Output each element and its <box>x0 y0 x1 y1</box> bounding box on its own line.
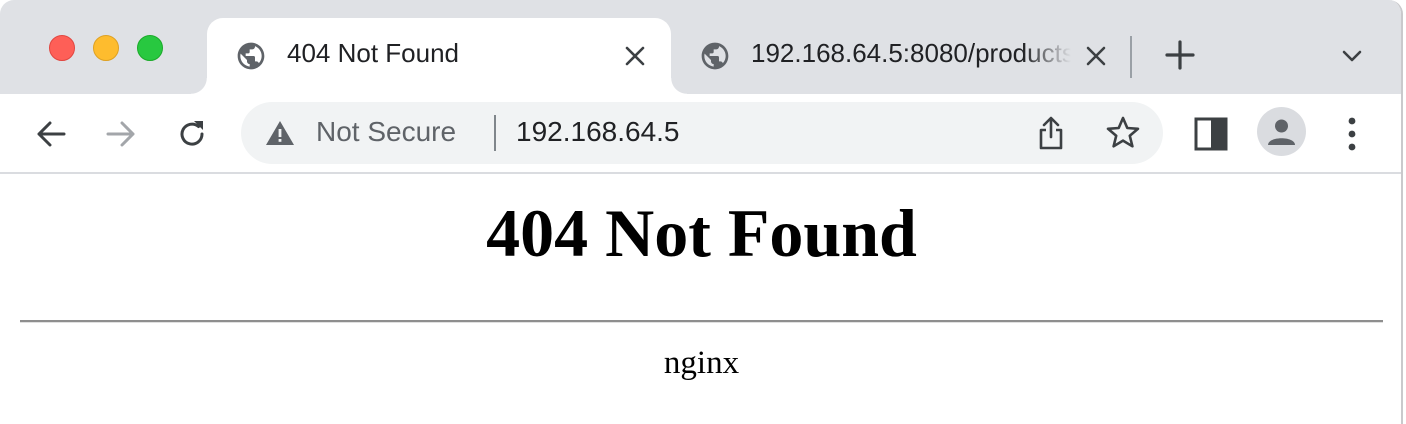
horizontal-rule <box>20 320 1383 323</box>
tab-404-not-found[interactable]: 404 Not Found <box>191 18 687 94</box>
share-icon[interactable] <box>1034 115 1068 151</box>
tab-title: 192.168.64.5:8080/products <box>751 38 1071 68</box>
page-title: 404 Not Found <box>486 195 917 271</box>
globe-icon <box>699 40 731 72</box>
more-vert-icon[interactable] <box>1339 115 1365 153</box>
side-panel-icon[interactable] <box>1193 116 1229 152</box>
reload-icon[interactable] <box>174 116 210 152</box>
window-zoom-button[interactable] <box>137 35 163 61</box>
toolbar: Not Secure 192.168.64.5 <box>0 94 1401 174</box>
browser-window: 404 Not Found 192.168.64.5:8080/products <box>0 0 1403 424</box>
url-text[interactable]: 192.168.64.5 <box>516 116 680 148</box>
warning-icon[interactable] <box>265 119 295 147</box>
tab-divider <box>1130 36 1132 78</box>
tab-products[interactable]: 192.168.64.5:8080/products <box>671 18 1121 94</box>
forward-arrow-icon[interactable] <box>103 116 139 152</box>
back-arrow-icon[interactable] <box>33 116 69 152</box>
profile-avatar[interactable] <box>1257 107 1306 156</box>
address-bar[interactable]: Not Secure 192.168.64.5 <box>241 102 1163 164</box>
window-close-button[interactable] <box>49 35 75 61</box>
chevron-down-icon[interactable] <box>1338 42 1366 70</box>
close-icon[interactable] <box>622 43 648 69</box>
page-content: 404 Not Found nginx <box>0 174 1401 424</box>
window-minimize-button[interactable] <box>93 35 119 61</box>
globe-icon <box>235 40 267 72</box>
tab-strip: 404 Not Found 192.168.64.5:8080/products <box>0 0 1401 94</box>
server-signature: nginx <box>663 345 740 381</box>
profile-icon <box>1268 119 1295 145</box>
tab-title: 404 Not Found <box>287 38 460 68</box>
plus-icon[interactable] <box>1163 38 1197 72</box>
security-label[interactable]: Not Secure <box>316 116 456 148</box>
address-divider <box>494 115 496 151</box>
star-icon[interactable] <box>1105 115 1141 151</box>
close-icon[interactable] <box>1083 43 1109 69</box>
